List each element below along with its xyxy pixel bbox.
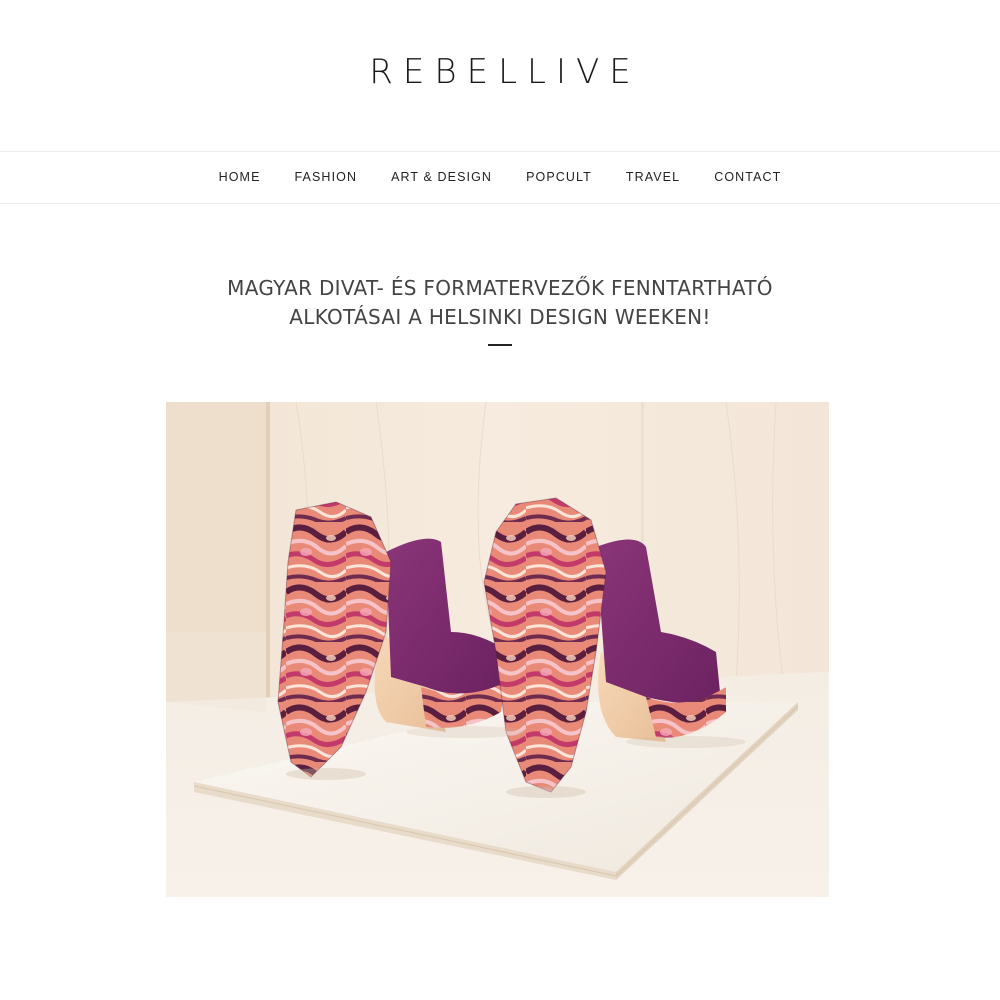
shoes-photo — [166, 402, 829, 897]
title-divider — [488, 344, 512, 346]
nav-item-home[interactable]: HOME — [202, 152, 278, 203]
article-title-line-2: ALKOTÁSAI A HELSINKI DESIGN WEEKEN! — [289, 305, 711, 329]
nav-item-popcult[interactable]: POPCULT — [509, 152, 609, 203]
nav-item-contact[interactable]: CONTACT — [697, 152, 798, 203]
article-hero-image[interactable] — [166, 402, 829, 897]
nav-item-art-design[interactable]: ART & DESIGN — [374, 152, 509, 203]
article-title[interactable]: MAGYAR DIVAT- ÉS FORMATERVEZŐK FENNTARTH… — [0, 274, 1000, 332]
nav-item-travel[interactable]: TRAVEL — [609, 152, 697, 203]
main-navigation: HOME FASHION ART & DESIGN POPCULT TRAVEL… — [0, 151, 1000, 204]
site-logo[interactable]: REBELLIVE — [0, 52, 1000, 92]
article-title-line-1: MAGYAR DIVAT- ÉS FORMATERVEZŐK FENNTARTH… — [227, 276, 773, 300]
nav-item-fashion[interactable]: FASHION — [278, 152, 375, 203]
site-header: REBELLIVE — [0, 0, 1000, 151]
